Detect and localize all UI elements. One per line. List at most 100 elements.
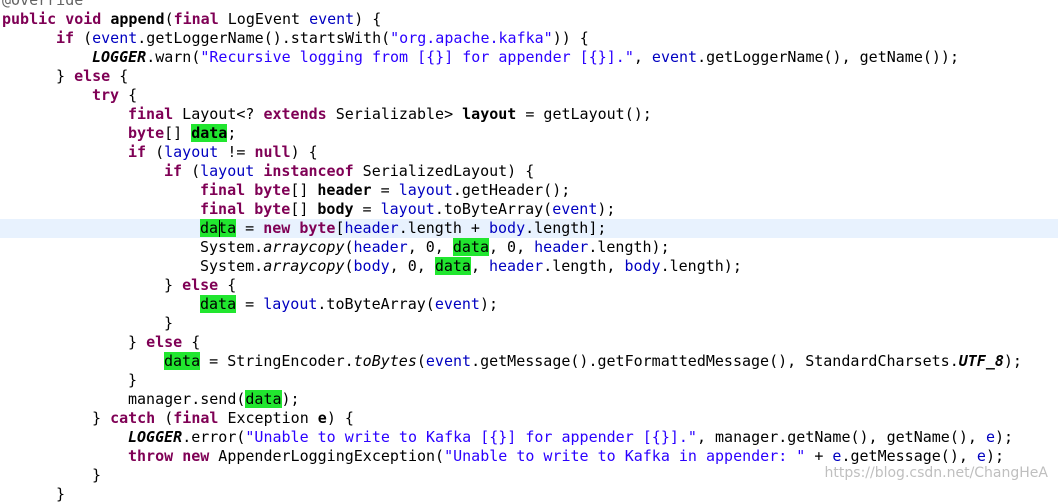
code-token: .getMessage().getFormattedMessage(), Sta… — [471, 352, 959, 370]
code-token: header — [317, 181, 372, 199]
code-token: catch — [110, 409, 156, 427]
code-line[interactable]: final Layout<? extends Serializable> lay… — [0, 105, 1058, 124]
code-token: event — [425, 352, 472, 370]
code-token: = StringEncoder. — [200, 352, 354, 370]
code-token: } — [128, 371, 138, 389]
code-token: event — [434, 295, 480, 313]
highlighted-occurrence: data — [164, 352, 201, 370]
code-token: , 0, — [407, 238, 453, 256]
code-token: { — [182, 333, 201, 351]
code-line[interactable]: } — [0, 371, 1058, 390]
code-line[interactable]: manager.send(data); — [0, 390, 1058, 409]
code-token: } — [164, 276, 183, 294]
code-token: } — [56, 485, 66, 503]
code-text: public void append(final LogEvent event)… — [2, 10, 381, 29]
code-line[interactable]: if (layout instanceof SerializedLayout) … — [0, 162, 1058, 181]
code-token: .length, — [543, 257, 625, 275]
code-token: throw — [128, 447, 174, 465]
code-token: { — [218, 276, 237, 294]
code-token: .length); — [660, 257, 742, 275]
code-line[interactable]: final byte[] header = layout.getHeader()… — [0, 181, 1058, 200]
code-token: header — [489, 257, 544, 275]
code-line[interactable]: final byte[] body = layout.toByteArray(e… — [0, 200, 1058, 219]
code-line[interactable]: if (layout != null) { — [0, 143, 1058, 162]
code-line[interactable]: LOGGER.error("Unable to write to Kafka [… — [0, 428, 1058, 447]
code-token: = — [371, 181, 399, 199]
code-token: layout — [263, 295, 318, 313]
code-token: final — [173, 409, 219, 427]
code-text: LOGGER.warn("Recursive logging from [{}]… — [92, 48, 959, 67]
code-line[interactable]: data = StringEncoder.toBytes(event.getMe… — [0, 352, 1058, 371]
code-line[interactable]: try { — [0, 86, 1058, 105]
code-token: if — [128, 143, 147, 161]
code-line[interactable]: System.arraycopy(body, 0, data, header.l… — [0, 257, 1058, 276]
code-line[interactable]: @Override — [0, 0, 1058, 10]
code-token: final — [200, 181, 246, 199]
code-line[interactable]: } else { — [0, 333, 1058, 352]
code-token: )) { — [552, 29, 589, 47]
code-token: , manager.getName(), getName(), — [696, 428, 986, 446]
code-line[interactable]: data = layout.toByteArray(event); — [0, 295, 1058, 314]
code-token: ); — [994, 428, 1014, 446]
code-token: [ — [335, 219, 345, 237]
code-token: .length]; — [525, 219, 607, 237]
code-token: e — [317, 409, 327, 427]
code-token: [] — [290, 181, 318, 199]
code-token: ( — [344, 257, 354, 275]
highlighted-occurrence: data — [191, 124, 228, 142]
code-line[interactable]: } else { — [0, 67, 1058, 86]
code-line[interactable]: data = new byte[header.length + body.len… — [0, 219, 1058, 238]
code-token: body — [489, 219, 526, 237]
code-line[interactable]: if (event.getLoggerName().startsWith("or… — [0, 29, 1058, 48]
code-token: ( — [344, 238, 354, 256]
code-token: ( — [74, 29, 93, 47]
highlighted-occurrence: data — [452, 238, 489, 256]
code-text: data = StringEncoder.toBytes(event.getMe… — [164, 352, 1022, 371]
code-token: LogEvent — [218, 10, 310, 28]
code-token: ); — [479, 295, 499, 313]
code-token: LOGGER — [92, 48, 147, 66]
code-token: ( — [146, 143, 165, 161]
code-text: if (layout instanceof SerializedLayout) … — [164, 162, 534, 181]
code-token: body — [353, 257, 390, 275]
code-line[interactable]: LOGGER.warn("Recursive logging from [{}]… — [0, 48, 1058, 67]
code-token: = — [236, 219, 264, 237]
highlighted-occurrence: data — [434, 257, 471, 275]
code-line[interactable]: public void append(final LogEvent event)… — [0, 10, 1058, 29]
code-token: = — [236, 295, 264, 313]
code-token: byte — [254, 181, 291, 199]
code-token: ) { — [354, 10, 382, 28]
code-token: new — [182, 447, 210, 465]
code-token: header — [534, 238, 589, 256]
code-token: ); — [1003, 352, 1022, 370]
code-editor[interactable]: @Override public void append(final LogEve… — [0, 0, 1058, 503]
code-token: final — [173, 10, 219, 28]
code-line[interactable]: } — [0, 314, 1058, 333]
code-token: else — [146, 333, 183, 351]
code-token: ) { — [326, 409, 354, 427]
code-text: } else { — [56, 67, 128, 86]
code-text: } — [164, 314, 173, 333]
code-token: append — [110, 10, 165, 28]
code-token: = getLayout(); — [516, 105, 652, 123]
code-token: "org.apache.kafka" — [390, 29, 553, 47]
code-text: byte[] data; — [128, 124, 236, 143]
code-line[interactable]: } else { — [0, 276, 1058, 295]
code-token: byte — [254, 200, 291, 218]
code-token: body — [624, 257, 661, 275]
code-token: ( — [416, 352, 426, 370]
code-token: event — [651, 48, 698, 66]
code-token: , 0, — [489, 238, 535, 256]
code-token: != — [218, 143, 255, 161]
code-token: , — [470, 257, 489, 275]
code-line[interactable]: byte[] data; — [0, 124, 1058, 143]
code-token: .toByteArray( — [434, 200, 553, 218]
code-line[interactable]: System.arraycopy(header, 0, data, 0, hea… — [0, 238, 1058, 257]
code-token: "Unable to write to Kafka in appender: " — [444, 447, 806, 465]
code-token: .getMessage(), — [841, 447, 977, 465]
code-line[interactable]: throw new AppenderLoggingException("Unab… — [0, 447, 1058, 466]
code-line[interactable]: } — [0, 485, 1058, 504]
code-line[interactable]: } catch (final Exception e) { — [0, 409, 1058, 428]
code-token: .getLoggerName(), getName()); — [697, 48, 959, 66]
